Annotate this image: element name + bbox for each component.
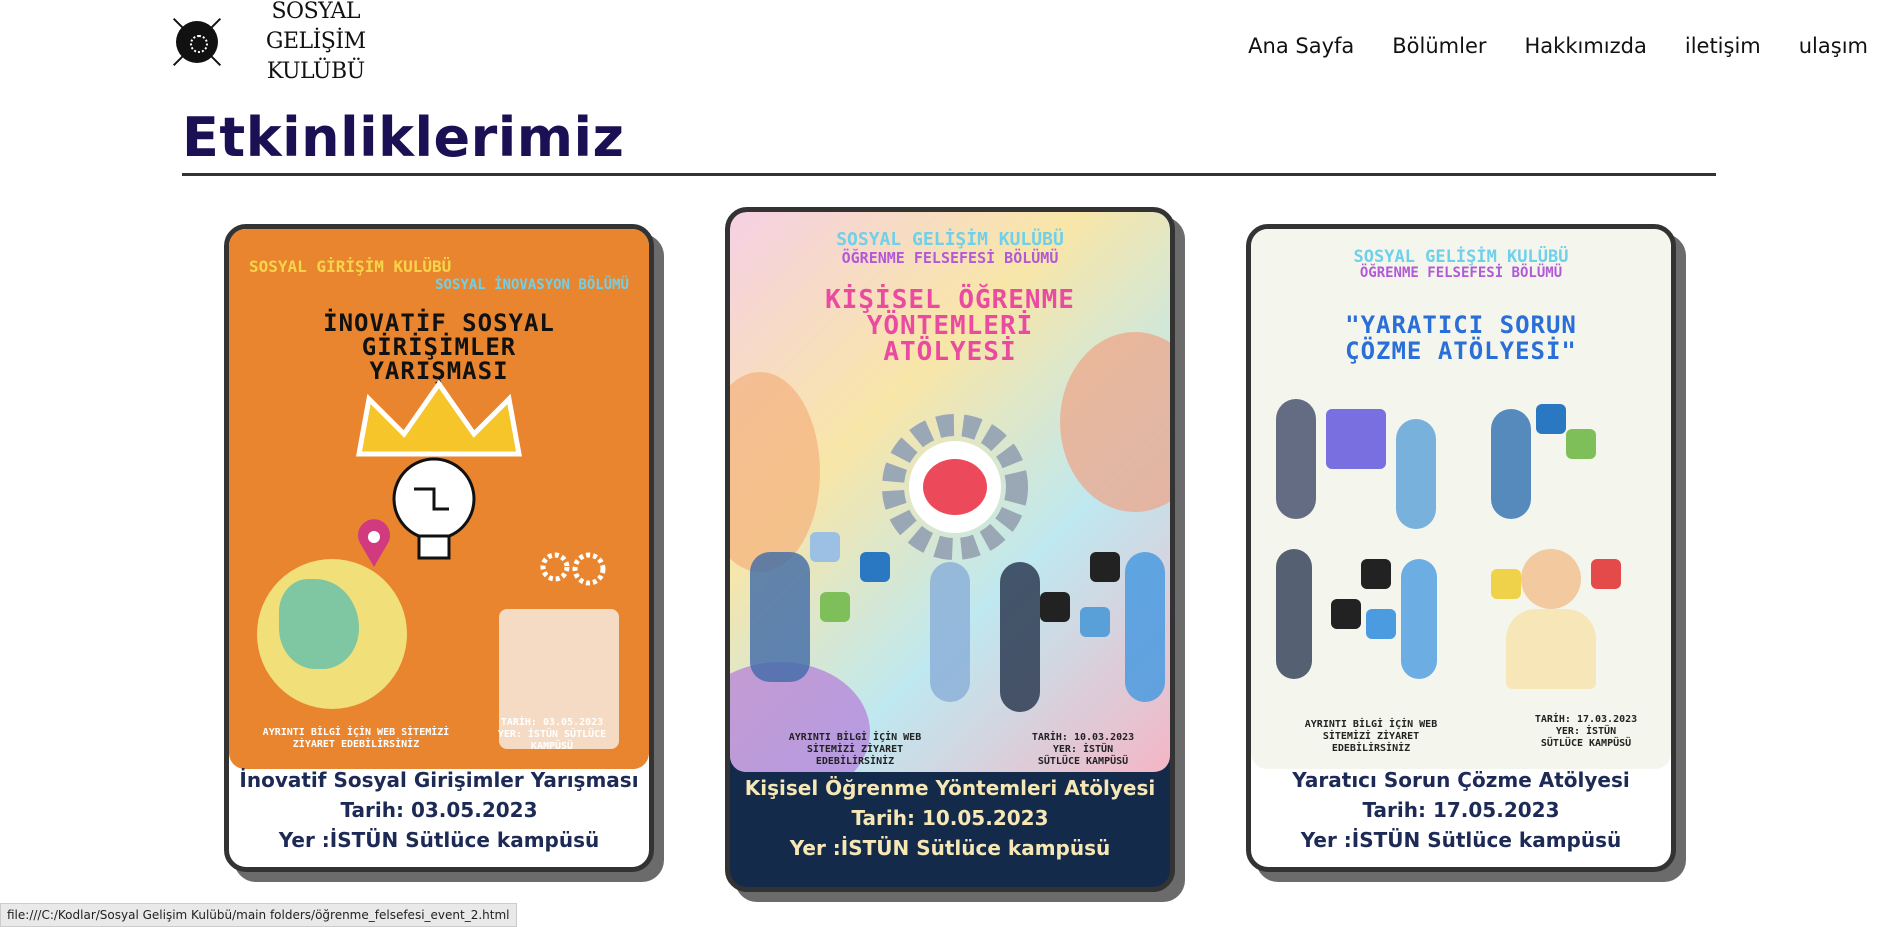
puzzle-piece-icon	[810, 532, 840, 562]
puzzle-piece-icon	[1536, 404, 1566, 434]
decor-blob	[730, 372, 820, 572]
poster-headline-1: KİŞİSEL ÖĞRENME	[825, 285, 1075, 315]
nav-iletisim[interactable]: iletişim	[1685, 34, 1761, 58]
puzzle-piece-icon	[1080, 607, 1110, 637]
poster-section: SOSYAL İNOVASYON BÖLÜMÜ	[435, 277, 629, 293]
logo-text: SOSYAL GELİŞİM KULÜBÜ	[225, 0, 406, 87]
poster-info-left: AYRINTI BİLGİ İÇİN WEB SİTEMİZİ ZİYARET ED…	[1304, 719, 1438, 754]
poster-headline-1: "YARATICI SORUN	[1345, 311, 1577, 339]
event-date: Tarih: 17.05.2023	[1362, 798, 1560, 822]
poster-headline-2: GİRİŞİMLER	[361, 333, 517, 361]
poster-info-right: TARİH: 03.05.2023 YER: İSTÜN SÜTLÜCE KAMPÜ…	[497, 717, 607, 752]
people-illustration	[1396, 419, 1436, 529]
people-illustration	[1000, 562, 1040, 712]
event-place: Yer :İSTÜN Sütlüce kampüsü	[789, 836, 1111, 860]
status-bar-url: file:///C:/Kodlar/Sosyal Gelişim Kulübü/…	[0, 903, 517, 927]
logo-line-2: KULÜBÜ	[266, 59, 365, 84]
poster-headline-2: YÖNTEMLERİ	[866, 311, 1034, 341]
event-title: Kişisel Öğrenme Yöntemleri Atölyesi	[744, 776, 1156, 800]
people-illustration	[1276, 549, 1312, 679]
event-title: Yaratıcı Sorun Çözme Atölyesi	[1292, 768, 1630, 792]
event-caption-3: Yaratıcı Sorun Çözme Atölyesi Tarih: 17.…	[1251, 755, 1671, 867]
brain-gear-icon	[882, 414, 1028, 560]
nav-hakkimizda[interactable]: Hakkımızda	[1525, 34, 1647, 58]
event-title: İnovatif Sosyal Girişimler Yarışması	[239, 768, 639, 792]
map-pin-icon	[358, 519, 390, 567]
poster-headline-3: ATÖLYESİ	[883, 337, 1017, 367]
poster-headline-2: ÇÖZME ATÖLYESİ"	[1345, 337, 1577, 365]
people-illustration	[750, 552, 810, 682]
event-place: Yer :İSTÜN Sütlüce kampüsü	[278, 828, 600, 852]
event-poster-3[interactable]: SOSYAL GELİŞİM KULÜBÜ ÖĞRENME FELSEFESİ …	[1251, 229, 1671, 769]
event-card-2[interactable]: SOSYAL GELİŞİM KULÜBÜ ÖĞRENME FELSEFESİ …	[725, 207, 1175, 892]
puzzle-piece-icon	[1591, 559, 1621, 589]
event-date: Tarih: 10.05.2023	[851, 806, 1049, 830]
event-place: Yer :İSTÜN Sütlüce kampüsü	[1300, 828, 1622, 852]
people-illustration	[1401, 559, 1437, 679]
gear-icon	[540, 552, 606, 586]
poster-section: ÖĞRENME FELSEFESİ BÖLÜMÜ	[841, 249, 1059, 267]
puzzle-piece-icon	[1326, 409, 1386, 469]
puzzle-piece-icon	[1366, 609, 1396, 639]
puzzle-piece-icon	[860, 552, 890, 582]
poster-info-left: AYRINTI BİLGİ İÇİN WEB SİTEMİZİ ZİYARET E…	[262, 727, 450, 750]
event-poster-2[interactable]: SOSYAL GELİŞİM KULÜBÜ ÖĞRENME FELSEFESİ …	[730, 212, 1170, 772]
poster-headline-1: İNOVATİF SOSYAL	[323, 309, 555, 337]
people-illustration	[1491, 409, 1531, 519]
poster-section: ÖĞRENME FELSEFESİ BÖLÜMÜ	[1359, 265, 1563, 281]
people-illustration	[930, 562, 970, 702]
nav-ana-sayfa[interactable]: Ana Sayfa	[1248, 34, 1354, 58]
poster-club: SOSYAL GİRİŞİM KULÜBÜ	[249, 257, 452, 276]
club-logo-icon	[166, 11, 223, 73]
page-title: Etkinliklerimiz	[182, 106, 625, 169]
poster-info-right: TARİH: 17.03.2023 YER: İSTÜN SÜTLÜCE KAMPÜ…	[1534, 714, 1638, 749]
event-date: Tarih: 03.05.2023	[340, 798, 538, 822]
event-card-3[interactable]: SOSYAL GELİŞİM KULÜBÜ ÖĞRENME FELSEFESİ …	[1246, 224, 1676, 872]
puzzle-piece-icon	[1361, 559, 1391, 589]
puzzle-piece-icon	[1491, 569, 1521, 599]
puzzle-piece-icon	[1090, 552, 1120, 582]
poster-club: SOSYAL GELİŞİM KULÜBÜ	[1353, 247, 1569, 267]
poster-club: SOSYAL GELİŞİM KULÜBÜ	[836, 229, 1064, 250]
crown-icon	[356, 379, 522, 457]
puzzle-piece-icon	[1040, 592, 1070, 622]
thinking-boy-illustration	[1521, 549, 1581, 609]
logo-line-1: SOSYAL GELİŞİM	[265, 0, 366, 54]
people-illustration	[1276, 399, 1316, 519]
event-caption-2: Kişisel Öğrenme Yöntemleri Atölyesi Tari…	[730, 761, 1170, 887]
event-caption-1: İnovatif Sosyal Girişimler Yarışması Tar…	[229, 755, 649, 867]
event-card-1[interactable]: SOSYAL GİRİŞİM KULÜBÜ SOSYAL İNOVASYON B…	[224, 224, 654, 872]
thinking-boy-body	[1506, 609, 1596, 689]
main-nav: Ana Sayfa Bölümler Hakkımızda iletişim u…	[1248, 34, 1868, 58]
event-poster-1[interactable]: SOSYAL GİRİŞİM KULÜBÜ SOSYAL İNOVASYON B…	[229, 229, 649, 769]
nav-bolumler[interactable]: Bölümler	[1392, 34, 1486, 58]
title-divider	[182, 173, 1716, 176]
logo-link[interactable]: SOSYAL GELİŞİM KULÜBÜ	[166, 0, 406, 84]
nav-ulasim[interactable]: ulaşım	[1799, 34, 1868, 58]
puzzle-piece-icon	[1566, 429, 1596, 459]
lightbulb-brain-icon	[392, 457, 476, 560]
puzzle-piece-icon	[820, 592, 850, 622]
puzzle-piece-icon	[1331, 599, 1361, 629]
people-illustration	[1125, 552, 1165, 702]
